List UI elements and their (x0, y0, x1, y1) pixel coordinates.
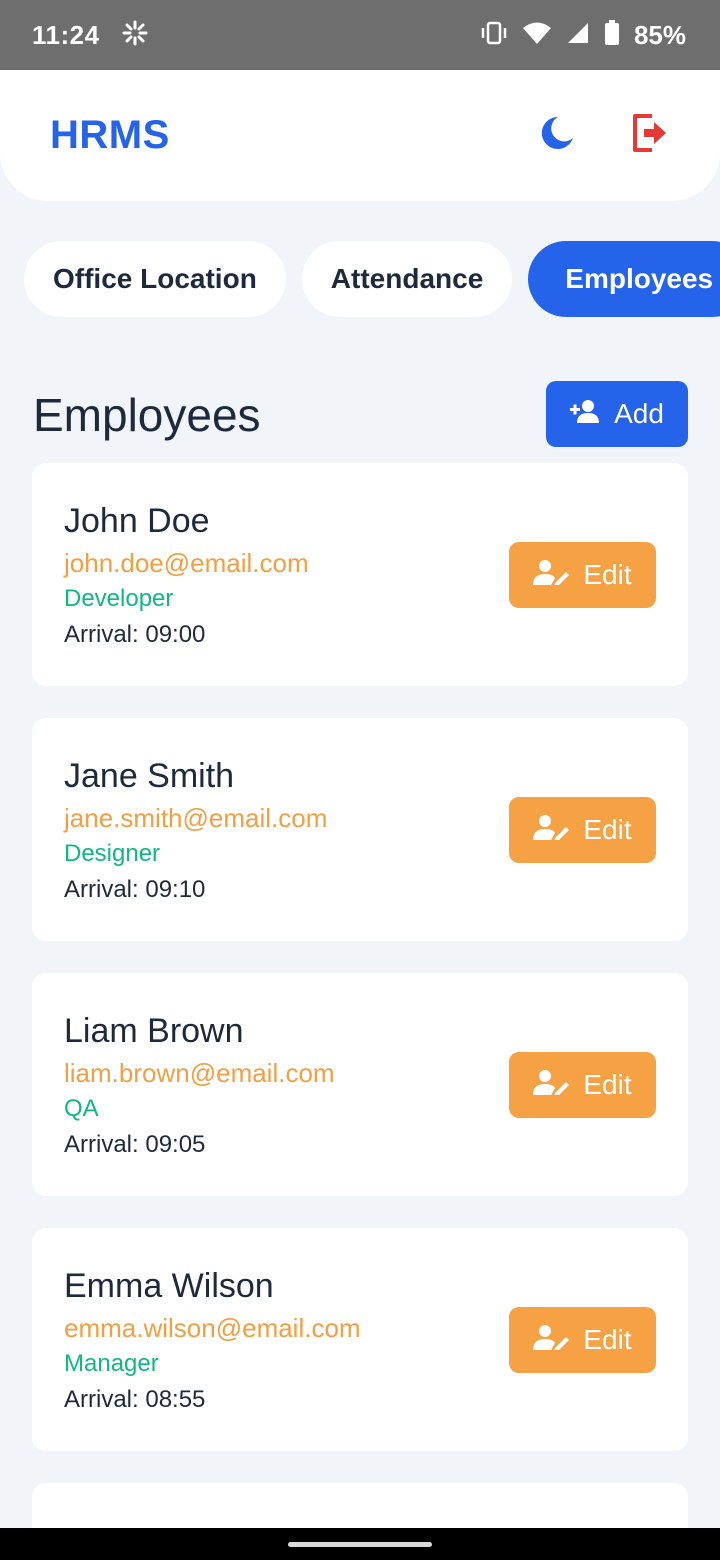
edit-employee-button[interactable]: Edit (509, 542, 656, 608)
moon-icon (536, 113, 576, 158)
edit-button-label: Edit (583, 559, 632, 590)
edit-employee-button[interactable]: Edit (509, 1052, 656, 1118)
tab-bar: Office Location Attendance Employees (24, 241, 720, 317)
user-edit-icon (533, 1069, 570, 1102)
employee-arrival: Arrival: 09:00 (64, 621, 206, 648)
edit-button-label: Edit (583, 814, 632, 845)
logout-icon (630, 112, 670, 159)
battery-icon (604, 19, 620, 51)
page-title: Employees (33, 389, 261, 441)
edit-button-label: Edit (583, 1069, 632, 1100)
settings-spinner-icon (122, 20, 148, 51)
user-edit-icon (533, 814, 570, 847)
employee-card: John Doe john.doe@email.com Developer Ar… (32, 463, 688, 686)
home-handle[interactable] (288, 1541, 432, 1547)
employee-name: Emma Wilson (64, 1267, 274, 1305)
employee-arrival: Arrival: 09:10 (64, 876, 206, 903)
vibrate-icon (480, 21, 508, 50)
system-nav-bar (0, 1528, 720, 1560)
edit-employee-button[interactable]: Edit (509, 1307, 656, 1373)
employee-card: Emma Wilson emma.wilson@email.com Manage… (32, 1228, 688, 1451)
tab-office-location[interactable]: Office Location (24, 241, 286, 317)
user-edit-icon (533, 1324, 570, 1357)
edit-button-label: Edit (583, 1324, 632, 1355)
logout-button[interactable] (628, 114, 672, 158)
employee-name: Liam Brown (64, 1012, 244, 1050)
employee-card: Jane Smith jane.smith@email.com Designer… (32, 718, 688, 941)
employee-list: John Doe john.doe@email.com Developer Ar… (32, 463, 688, 1560)
employee-name: John Doe (64, 502, 210, 540)
add-user-icon (570, 398, 600, 430)
app-title: HRMS (50, 113, 170, 157)
add-button-label: Add (614, 398, 664, 429)
user-edit-icon (533, 559, 570, 592)
add-employee-button[interactable]: Add (546, 381, 688, 447)
battery-percent: 85% (633, 19, 686, 50)
status-time: 11:24 (32, 19, 100, 50)
tab-attendance[interactable]: Attendance (301, 241, 513, 317)
wifi-icon (522, 21, 552, 50)
employee-name: Jane Smith (64, 757, 235, 795)
employee-card: Liam Brown liam.brown@email.com QA Arriv… (32, 973, 688, 1196)
employee-arrival: Arrival: 09:05 (64, 1131, 206, 1158)
tab-employees[interactable]: Employees (528, 241, 720, 317)
status-bar: 11:24 85% (0, 0, 720, 70)
employee-arrival: Arrival: 08:55 (64, 1386, 206, 1413)
theme-toggle-button[interactable] (534, 114, 578, 158)
app-header: HRMS (0, 70, 720, 201)
signal-icon (566, 21, 590, 50)
edit-employee-button[interactable]: Edit (509, 797, 656, 863)
